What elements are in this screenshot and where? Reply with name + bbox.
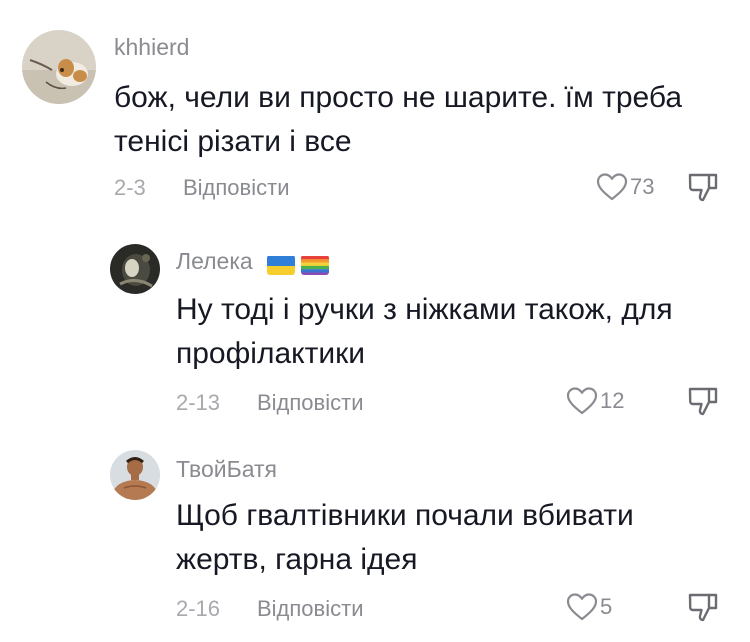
comment-text: Ну тоді і ручки з ніжками також, для про… bbox=[176, 293, 673, 370]
username-flags bbox=[267, 250, 335, 277]
dislike-button[interactable] bbox=[687, 591, 719, 628]
like-count: 5 bbox=[600, 594, 613, 619]
avatar[interactable] bbox=[22, 30, 96, 104]
comment-text: Щоб гвалтівники почали вбивати жертв, га… bbox=[176, 499, 634, 576]
username[interactable]: Лелека bbox=[176, 248, 335, 277]
avatar[interactable] bbox=[110, 450, 160, 500]
heart-icon bbox=[566, 592, 598, 622]
like-button[interactable]: 12 bbox=[566, 385, 624, 417]
reply-button[interactable]: Відповісти bbox=[257, 596, 364, 622]
username[interactable]: ТвойБатя bbox=[176, 456, 277, 483]
thumbs-down-icon bbox=[687, 173, 719, 207]
comment-date: 2-16 bbox=[176, 596, 221, 621]
thumbs-down-icon bbox=[687, 593, 719, 627]
heart-icon bbox=[566, 386, 598, 416]
username-text: Лелека bbox=[176, 248, 253, 274]
dislike-button[interactable] bbox=[687, 385, 719, 422]
comment-date: 2-13 bbox=[176, 390, 221, 415]
comment-text: бож, чели ви просто не шарите. їм треба … bbox=[114, 81, 683, 158]
heart-icon bbox=[596, 172, 628, 202]
ukraine-flag-icon bbox=[267, 255, 296, 275]
avatar[interactable] bbox=[110, 244, 160, 294]
thumbs-down-icon bbox=[687, 387, 719, 421]
reply-button[interactable]: Відповісти bbox=[183, 175, 290, 201]
comment-date: 2-3 bbox=[114, 175, 146, 200]
like-count: 73 bbox=[630, 174, 655, 199]
username[interactable]: khhierd bbox=[114, 34, 189, 61]
like-button[interactable]: 73 bbox=[596, 171, 654, 203]
like-count: 12 bbox=[600, 388, 625, 413]
like-button[interactable]: 5 bbox=[566, 591, 612, 623]
rainbow-flag-icon bbox=[301, 255, 330, 275]
reply-button[interactable]: Відповісти bbox=[257, 390, 364, 416]
dislike-button[interactable] bbox=[687, 171, 719, 208]
